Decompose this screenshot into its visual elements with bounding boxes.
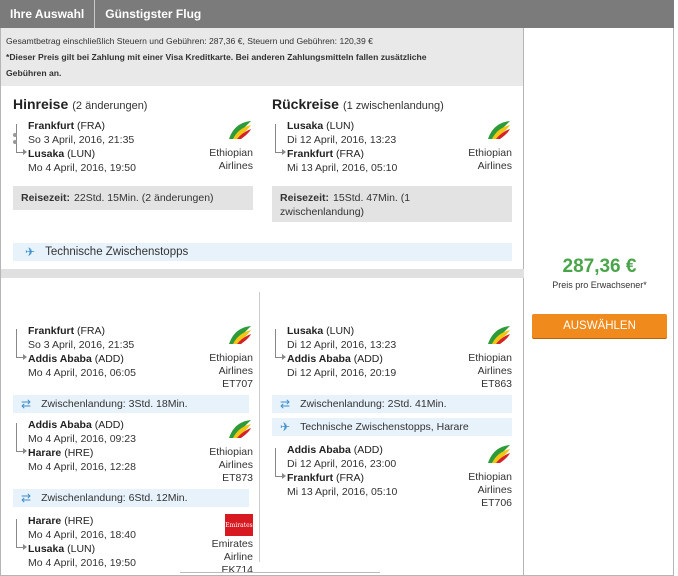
- route-arrow-icon: [16, 423, 27, 454]
- emirates-logo: Emirates: [225, 514, 253, 536]
- notice-line-1: Gesamtbetrag einschließlich Steuern und …: [6, 36, 373, 46]
- flight-number: ET707: [222, 378, 253, 390]
- route-arrow-icon: [16, 519, 27, 550]
- flight-card: Gesamtbetrag einschließlich Steuern und …: [0, 28, 674, 576]
- inbound-summary: Rückreise (1 zwischenlandung): [272, 96, 512, 112]
- outbound-airline: Ethiopian Airlines: [193, 119, 253, 173]
- segment-details: Frankfurt (FRA) So 3 April, 2016, 21:35 …: [1, 278, 524, 576]
- outbound-note: (2 änderungen): [72, 100, 148, 112]
- inbound-to-city: Frankfurt: [287, 148, 334, 160]
- tab-selection[interactable]: Ihre Auswahl: [0, 0, 96, 28]
- out-seg1-airline: Ethiopian Airlines ET707: [193, 324, 253, 391]
- notice-line-3: Gebühren an.: [6, 68, 62, 78]
- out-seg3-airline: Emirates Emirates Airline EK714: [193, 514, 253, 576]
- out-segment-3: Harare (HRE) Mo 4 April, 2016, 18:40 Lus…: [13, 514, 253, 576]
- ethiopian-airlines-logo: [488, 326, 510, 344]
- outbound-summary: Hinreise (2 änderungen): [13, 96, 253, 112]
- ethiopian-airlines-logo: [488, 121, 510, 139]
- outbound-title: Hinreise (2 änderungen): [13, 96, 148, 112]
- notice-line-2: *Dieser Preis gilt bei Zahlung mit einer…: [6, 52, 427, 62]
- in-seg2-airline: Ethiopian Airlines ET706: [452, 443, 512, 510]
- technical-stops-info[interactable]: ✈︎ Technische Zwischenstopps: [13, 243, 512, 261]
- in-technical-stop[interactable]: ✈︎ Technische Zwischenstopps, Harare: [272, 418, 512, 436]
- out-segment-2: Addis Ababa (ADD) Mo 4 April, 2016, 09:2…: [13, 418, 253, 484]
- out-segment-1: Frankfurt (FRA) So 3 April, 2016, 21:35 …: [13, 324, 253, 390]
- stops-dots-icon: [13, 133, 19, 147]
- trip-summary: Hinreise (2 änderungen) Frankfurt (FRA) S…: [1, 86, 523, 269]
- in-seg1-airline: Ethiopian Airlines ET863: [452, 324, 512, 391]
- price-panel: 287,36 € Preis pro Erwachsener* AUSWÄHLE…: [525, 28, 674, 576]
- flight-number: ET706: [481, 497, 512, 509]
- outbound-to-city: Lusaka: [28, 148, 65, 160]
- header-bar: Ihre Auswahl Günstigster Flug: [0, 0, 674, 28]
- route-arrow-icon: [16, 329, 27, 360]
- inbound-title: Rückreise (1 zwischenlandung): [272, 96, 444, 112]
- out-seg2-airline: Ethiopian Airlines ET873: [193, 418, 253, 485]
- inbound-travel-time: Reisezeit: 15Std. 47Min. (1 zwischenlandun…: [272, 186, 512, 222]
- price-notice: Gesamtbetrag einschließlich Steuern und …: [1, 28, 523, 86]
- price-box: 287,36 € Preis pro Erwachsener*: [525, 256, 674, 290]
- price-amount: 287,36 €: [562, 256, 637, 277]
- inbound-airline: Ethiopian Airlines: [452, 119, 512, 173]
- ethiopian-airlines-logo: [229, 326, 251, 344]
- price-per-adult: Preis pro Erwachsener*: [552, 280, 647, 290]
- ethiopian-airlines-logo: [488, 445, 510, 463]
- in-segment-2: Addis Ababa (ADD) Di 12 April, 2016, 23:…: [272, 443, 512, 509]
- in-segment-1: Lusaka (LUN) Di 12 April, 2016, 13:23 Ad…: [272, 324, 512, 390]
- plane-stop-icon: ✈︎: [280, 420, 291, 434]
- outbound-from-city: Frankfurt: [28, 120, 75, 132]
- route-arrow-icon: [275, 124, 286, 155]
- route-arrow-icon: [275, 329, 286, 360]
- outbound-travel-time: Reisezeit: 22Std. 15Min. (2 änderungen): [13, 186, 253, 210]
- inbound-route: Lusaka (LUN) Di 12 April, 2016, 13:23 Fr…: [272, 119, 512, 175]
- bottom-edge: [180, 572, 380, 576]
- layover-icon: ⇄: [21, 397, 32, 411]
- inbound-note: (1 zwischenlandung): [342, 100, 444, 112]
- out-layover-1: ⇄ Zwischenlandung: 3Std. 18Min.: [13, 395, 249, 413]
- flight-number: ET863: [481, 378, 512, 390]
- plane-stop-icon: ✈︎: [25, 245, 36, 259]
- inbound-from-city: Lusaka: [287, 120, 324, 132]
- route-arrow-icon: [275, 448, 286, 479]
- select-button[interactable]: AUSWÄHLEN: [532, 314, 667, 338]
- outbound-route: Frankfurt (FRA) So 3 April, 2016, 21:35 …: [13, 119, 253, 175]
- layover-icon: ⇄: [280, 397, 291, 411]
- out-layover-2: ⇄ Zwischenlandung: 6Std. 12Min.: [13, 489, 249, 507]
- in-layover-1: ⇄ Zwischenlandung: 2Std. 41Min.: [272, 395, 512, 413]
- section-divider: [1, 269, 524, 278]
- ethiopian-airlines-logo: [229, 121, 251, 139]
- layover-icon: ⇄: [21, 491, 32, 505]
- ethiopian-airlines-logo: [229, 420, 251, 438]
- flight-number: ET873: [222, 472, 253, 484]
- tab-cheapest-flight[interactable]: Günstigster Flug: [95, 0, 211, 28]
- flight-details-panel: Gesamtbetrag einschließlich Steuern und …: [1, 28, 524, 576]
- column-divider: [259, 292, 260, 562]
